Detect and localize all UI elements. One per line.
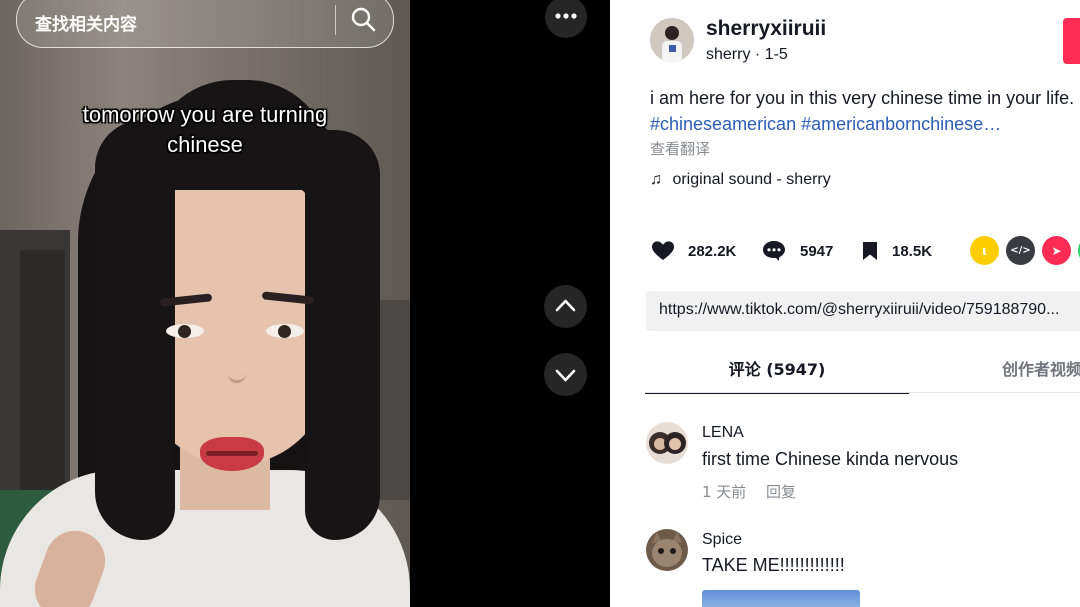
left-eye: [166, 324, 204, 338]
video-player[interactable]: 查找相关内容 tomorrow you are turning chinese: [0, 0, 410, 607]
music-note-icon: ♫: [650, 171, 662, 188]
comment-count: 5947: [800, 242, 834, 260]
tab-comments[interactable]: 评论 (5947): [645, 356, 909, 394]
comment-time: 1 天前: [702, 483, 747, 501]
save-button[interactable]: 18.5K: [862, 238, 932, 264]
right-eye: [266, 324, 304, 338]
tabs-divider: [645, 392, 1080, 393]
next-video-button[interactable]: [544, 353, 587, 396]
comment-username[interactable]: Spice: [702, 531, 742, 549]
like-count: 282.2K: [688, 242, 737, 260]
search-icon[interactable]: [349, 5, 377, 33]
search-input[interactable]: 查找相关内容: [16, 0, 394, 48]
video-caption: tomorrow you are turning chinese: [82, 102, 328, 157]
post-description: i am here for you in this very chinese t…: [650, 88, 1075, 108]
chevron-up-icon: [555, 299, 576, 312]
heart-icon: [652, 241, 674, 260]
comment-icon: [763, 241, 785, 261]
post-hashtags[interactable]: #chineseamerican #americanbornchinese…: [650, 114, 1001, 135]
author-avatar[interactable]: [650, 18, 694, 62]
share-icons: ι </> ➤: [970, 236, 1080, 265]
mouth-line: [206, 451, 258, 456]
author-meta: sherry · 1-5: [706, 46, 788, 63]
comment-button[interactable]: 5947: [762, 238, 833, 264]
video-link-url: https://www.tiktok.com/@sherryxiiruii/vi…: [659, 301, 1060, 318]
search-placeholder: 查找相关内容: [35, 15, 137, 35]
like-button[interactable]: 282.2K: [652, 238, 736, 264]
comment-avatar[interactable]: [646, 529, 688, 571]
music-title: original sound - sherry: [672, 171, 831, 188]
more-icon: [555, 13, 577, 19]
info-panel: sherryxiiruii sherry · 1-5 i am here for…: [610, 0, 1080, 607]
share-icon-yellow[interactable]: ι: [970, 236, 999, 265]
previous-video-button[interactable]: [544, 285, 587, 328]
hair-left: [95, 120, 175, 540]
follow-button[interactable]: [1063, 18, 1080, 64]
comment-username[interactable]: LENA: [702, 424, 744, 442]
send-icon[interactable]: ➤: [1042, 236, 1071, 265]
embed-icon[interactable]: </>: [1006, 236, 1035, 265]
hair-right: [305, 130, 380, 540]
comment-text: first time Chinese kinda nervous: [702, 449, 959, 469]
comment-text: TAKE ME!!!!!!!!!!!!!: [702, 555, 845, 575]
more-options-button[interactable]: [545, 0, 587, 38]
reply-button[interactable]: 回复: [766, 481, 796, 502]
video-link-box[interactable]: https://www.tiktok.com/@sherryxiiruii/vi…: [646, 291, 1080, 331]
save-count: 18.5K: [892, 242, 933, 260]
music-link[interactable]: ♫ original sound - sherry: [650, 171, 831, 189]
chevron-down-icon: [555, 369, 576, 382]
search-divider: [335, 5, 336, 35]
nose: [228, 340, 246, 383]
bookmark-icon: [863, 242, 877, 260]
comment-image[interactable]: [702, 590, 860, 607]
translate-link[interactable]: 查看翻译: [650, 138, 710, 159]
author-username[interactable]: sherryxiiruii: [706, 17, 826, 41]
comment-avatar[interactable]: [646, 422, 688, 464]
tab-creator-videos[interactable]: 创作者视频: [1002, 356, 1080, 380]
